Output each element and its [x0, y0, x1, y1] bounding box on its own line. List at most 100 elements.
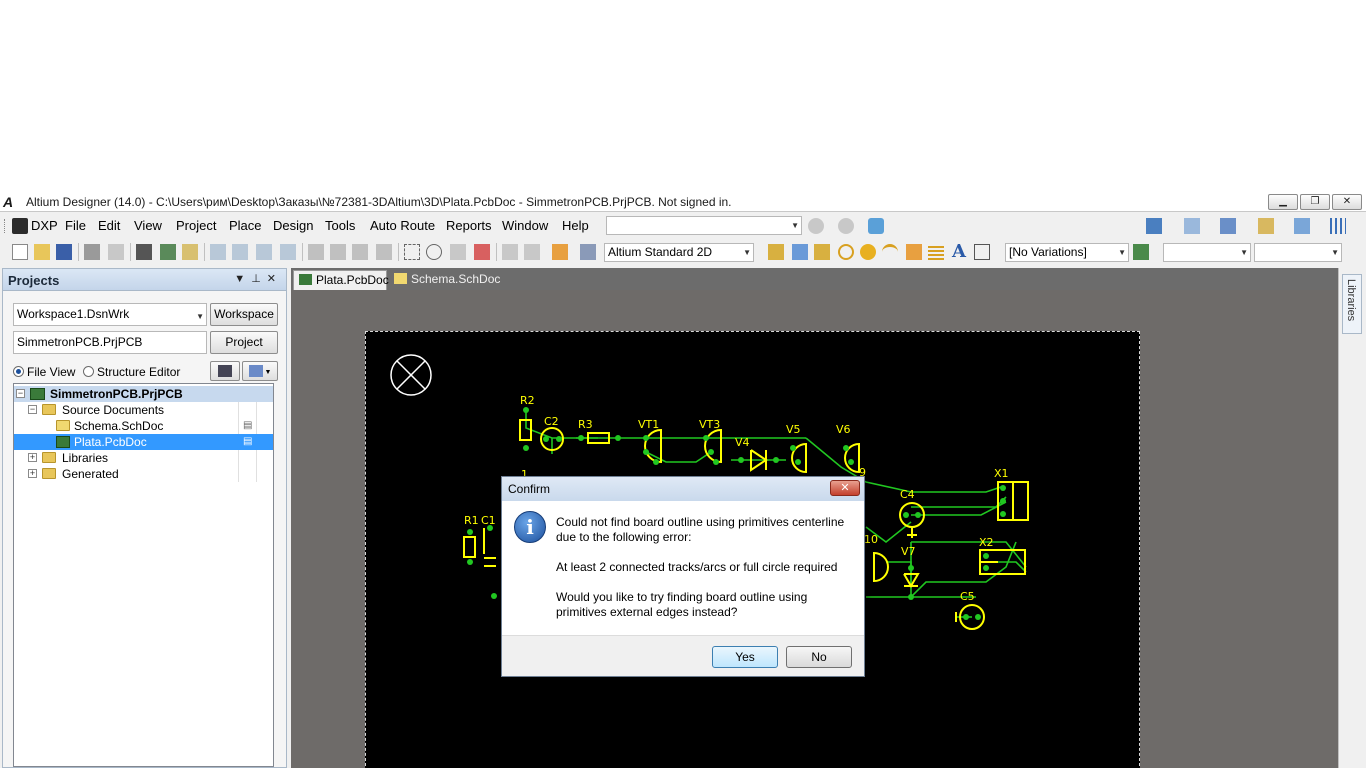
workspace-button[interactable]: Workspace: [210, 303, 278, 326]
paste-icon[interactable]: [352, 244, 368, 260]
browse-components-icon[interactable]: [580, 244, 596, 260]
project-options-button[interactable]: ▼: [242, 361, 278, 381]
panel-icon-5[interactable]: [1294, 218, 1310, 234]
dialog-message-line1: Could not find board outline using primi…: [556, 515, 845, 529]
panel-icon-4[interactable]: [1258, 218, 1274, 234]
panel-icon-1[interactable]: [1146, 218, 1162, 234]
compile-icon-button[interactable]: [210, 361, 240, 381]
layers-icon[interactable]: [136, 244, 152, 260]
workspace-combo[interactable]: Workspace1.DsnWrk ▼: [13, 303, 207, 326]
menu-edit[interactable]: Edit: [98, 218, 120, 233]
yes-button[interactable]: Yes: [712, 646, 778, 668]
extra-combo-1[interactable]: ▼: [1163, 243, 1251, 262]
panel-menu-icon[interactable]: ▼: [234, 273, 251, 285]
folder-open-icon[interactable]: [182, 244, 198, 260]
place-pad-icon[interactable]: [838, 244, 854, 260]
cut-icon[interactable]: [308, 244, 324, 260]
variations-combo[interactable]: [No Variations] ▼: [1005, 243, 1129, 262]
interactive-route-icon[interactable]: [768, 244, 784, 260]
menu-place[interactable]: Place: [229, 218, 262, 233]
place-arc-icon[interactable]: [882, 244, 898, 260]
zoom-fit-icon[interactable]: [210, 244, 226, 260]
no-button[interactable]: No: [786, 646, 852, 668]
open-folder-icon[interactable]: [34, 244, 50, 260]
forward-icon[interactable]: [838, 218, 854, 234]
diff-pair-route-icon[interactable]: [792, 244, 808, 260]
cross-probe-icon[interactable]: [552, 244, 568, 260]
menu-view[interactable]: View: [134, 218, 162, 233]
tree-item-project[interactable]: − SimmetronPCB.PrjPCB: [14, 386, 273, 402]
navigation-path-combo[interactable]: ▼: [606, 216, 802, 235]
move-icon[interactable]: [426, 244, 442, 260]
tree-item-schema[interactable]: Schema.SchDoc ▤: [14, 418, 273, 434]
maximize-button[interactable]: ❐: [1300, 194, 1330, 210]
file-view-radio[interactable]: File View: [13, 365, 75, 379]
back-icon[interactable]: [808, 218, 824, 234]
tree-item-libraries[interactable]: + Libraries: [14, 450, 273, 466]
deselect-icon[interactable]: [450, 244, 466, 260]
zoom-filtered-icon[interactable]: [280, 244, 296, 260]
copy-icon[interactable]: [330, 244, 346, 260]
pcb-project-icon: [30, 388, 45, 400]
place-component-icon[interactable]: [974, 244, 990, 260]
undo-icon[interactable]: [502, 244, 518, 260]
menu-help[interactable]: Help: [562, 218, 589, 233]
rubber-stamp-icon[interactable]: [376, 244, 392, 260]
minimize-button[interactable]: ▁: [1268, 194, 1298, 210]
view-mode-combo[interactable]: Altium Standard 2D ▼: [604, 243, 754, 262]
pin-icon[interactable]: ⊥: [251, 273, 267, 285]
extra-combo-2[interactable]: ▼: [1254, 243, 1342, 262]
print-icon[interactable]: [84, 244, 100, 260]
menu-project[interactable]: Project: [176, 218, 216, 233]
zoom-selected-icon[interactable]: [256, 244, 272, 260]
expand-icon[interactable]: +: [28, 469, 37, 478]
place-polygon-icon[interactable]: [928, 244, 944, 260]
toolbar-separator: [78, 243, 79, 261]
tree-item-generated[interactable]: + Generated: [14, 466, 273, 482]
zoom-area-icon[interactable]: [232, 244, 248, 260]
new-file-icon[interactable]: [12, 244, 28, 260]
panel-close-icon[interactable]: ✕: [267, 273, 282, 285]
select-area-icon[interactable]: [404, 244, 420, 260]
project-button[interactable]: Project: [210, 331, 278, 354]
project-field[interactable]: SimmetronPCB.PrjPCB: [13, 331, 207, 354]
home-icon[interactable]: [868, 218, 884, 234]
place-fill-icon[interactable]: [906, 244, 922, 260]
collapse-icon[interactable]: −: [16, 389, 25, 398]
collapse-icon[interactable]: −: [28, 405, 37, 414]
document-tabs: Plata.PcbDoc Schema.SchDoc: [291, 268, 1338, 290]
tree-item-source-documents[interactable]: − Source Documents: [14, 402, 273, 418]
print-preview-icon[interactable]: [108, 244, 124, 260]
board-icon[interactable]: [160, 244, 176, 260]
panel-icon-2[interactable]: [1184, 218, 1200, 234]
multi-route-icon[interactable]: [814, 244, 830, 260]
dialog-close-button[interactable]: ✕: [830, 480, 860, 496]
menu-tools[interactable]: Tools: [325, 218, 355, 233]
expand-icon[interactable]: +: [28, 453, 37, 462]
close-window-button[interactable]: ✕: [1332, 194, 1362, 210]
menu-file[interactable]: File: [65, 218, 86, 233]
panel-icon-3[interactable]: [1220, 218, 1236, 234]
menu-dxp[interactable]: DXP: [31, 218, 58, 233]
grid-icon[interactable]: [1330, 218, 1346, 234]
tab-plata-pcbdoc[interactable]: Plata.PcbDoc: [293, 270, 389, 290]
clear-filter-icon[interactable]: [474, 244, 490, 260]
structure-editor-radio[interactable]: Structure Editor: [83, 365, 180, 379]
save-icon[interactable]: [56, 244, 72, 260]
menu-design[interactable]: Design: [273, 218, 313, 233]
projects-panel: Projects ▼⊥✕ Workspace1.DsnWrk ▼ Workspa…: [2, 268, 287, 768]
menu-window[interactable]: Window: [502, 218, 548, 233]
toolbar-separator: [130, 243, 131, 261]
menu-auto-route[interactable]: Auto Route: [370, 218, 435, 233]
designator-10: 10: [864, 533, 878, 546]
toolbar-separator: [398, 243, 399, 261]
libraries-panel-tab[interactable]: Libraries: [1342, 274, 1362, 334]
place-via-icon[interactable]: [860, 244, 876, 260]
variant-icon[interactable]: [1133, 244, 1149, 260]
tab-schema-schdoc[interactable]: Schema.SchDoc: [389, 270, 500, 290]
redo-icon[interactable]: [524, 244, 540, 260]
tree-item-plata[interactable]: Plata.PcbDoc ▤: [14, 434, 273, 450]
place-string-icon[interactable]: A: [952, 243, 968, 261]
schematic-doc-icon: [394, 273, 407, 284]
menu-reports[interactable]: Reports: [446, 218, 492, 233]
